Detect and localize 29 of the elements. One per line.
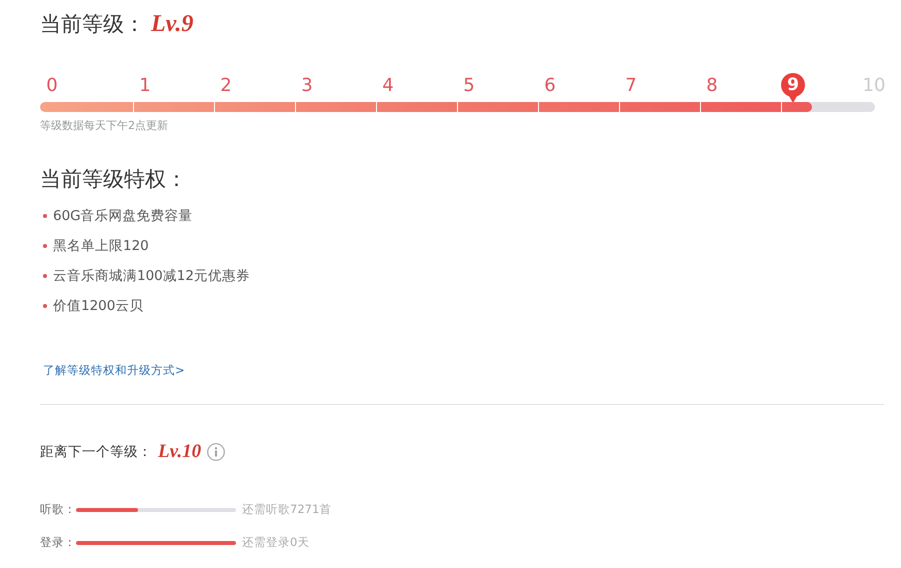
level-number: 8 [706, 74, 718, 96]
next-level-label: 距离下一个等级： [40, 443, 152, 461]
privilege-item: 云音乐商城满100减12元优惠券 [53, 267, 250, 285]
next-level: Lv.10 [158, 441, 202, 463]
bullet-icon [43, 214, 47, 218]
update-note: 等级数据每天下午2点更新 [40, 118, 169, 133]
requirement-label: 登录： [40, 535, 76, 550]
privilege-item: 60G音乐网盘免费容量 [53, 207, 193, 225]
level-number: 4 [382, 74, 394, 96]
requirement-reading: 还需听歌7271首 [242, 502, 332, 517]
privileges-title: 当前等级特权： [40, 166, 188, 193]
privilege-item: 黑名单上限120 [53, 237, 149, 255]
level-number: 0 [46, 74, 58, 96]
level-number: 1 [139, 74, 151, 96]
level-number: 6 [544, 74, 556, 96]
privileges-link[interactable]: 了解等级特权和升级方式> [43, 363, 185, 378]
level-number: 7 [625, 74, 637, 96]
privilege-item: 价值1200云贝 [53, 297, 144, 315]
requirement-label: 听歌： [40, 502, 76, 517]
current-level: Lv.9 [151, 11, 194, 38]
level-number: 5 [463, 74, 475, 96]
current-level-label: 当前等级： [40, 11, 145, 38]
info-icon[interactable] [207, 443, 226, 461]
bullet-icon [43, 244, 47, 248]
bullet-icon [43, 304, 47, 308]
level-number: 2 [220, 74, 232, 96]
level-number: 3 [301, 74, 313, 96]
bullet-icon [43, 274, 47, 278]
requirement-reading: 还需登录0天 [242, 535, 310, 550]
